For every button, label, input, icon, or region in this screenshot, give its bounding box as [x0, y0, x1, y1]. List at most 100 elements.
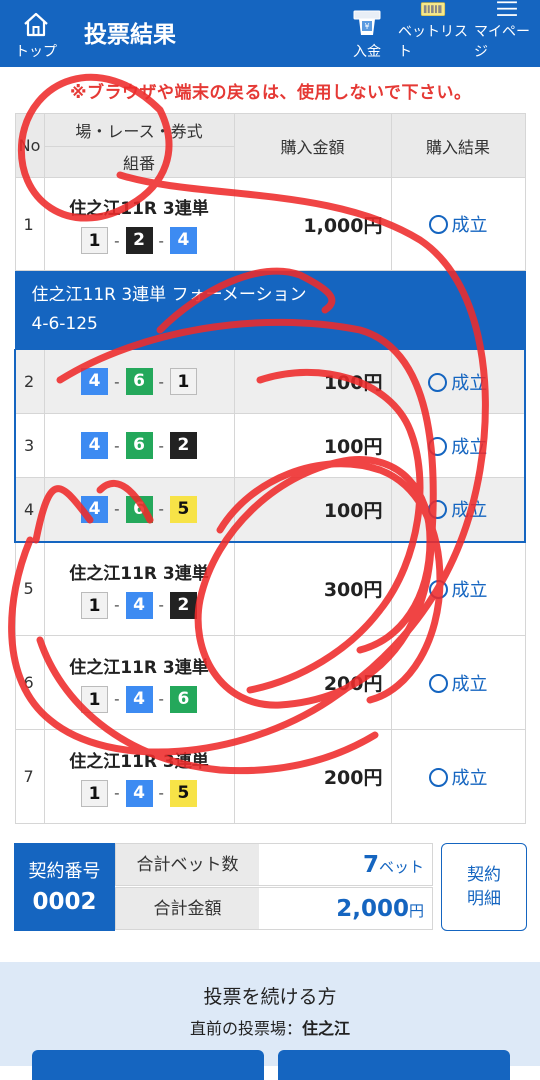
- table-row: 3 4- 6- 2 100円 成立: [14, 413, 526, 478]
- circle-icon: [428, 673, 448, 693]
- amount: 300円: [233, 541, 392, 636]
- continue-panel: 投票を続ける方 直前の投票場：住之江: [0, 962, 540, 1080]
- boat-number: 4: [125, 685, 153, 713]
- row-no: 4: [14, 477, 45, 543]
- amount: 100円: [233, 477, 392, 543]
- boat-number: 4: [81, 368, 109, 395]
- result-status: 成立: [390, 635, 526, 730]
- mypage-button[interactable]: マイページ: [474, 0, 540, 67]
- boat-number: 1: [81, 227, 109, 254]
- betlist-button[interactable]: ベットリスト: [398, 0, 468, 67]
- result-status: 成立: [390, 541, 526, 636]
- bet-cell: 住之江11R 3連単 1- 4- 2: [43, 541, 235, 636]
- combo: 1- 2- 4: [45, 227, 234, 254]
- amount: 100円: [233, 413, 392, 478]
- circle-icon: [428, 579, 448, 599]
- continue-right-button[interactable]: [278, 1050, 510, 1080]
- contract-number: 0002: [32, 889, 97, 915]
- deposit-label: 入金: [353, 44, 381, 60]
- circle-icon: [428, 500, 448, 520]
- formation-title-cell: 住之江11R 3連単 フォーメーション 4-6-125: [14, 270, 526, 350]
- betlist-label: ベットリスト: [398, 24, 468, 60]
- boat-number: 4: [169, 227, 197, 254]
- row-no: 5: [14, 541, 45, 636]
- result-label: 成立: [451, 673, 488, 695]
- previous-venue-value: 住之江: [302, 1019, 351, 1038]
- boat-number: 6: [169, 685, 197, 713]
- result-label: 成立: [451, 215, 488, 236]
- combo: 4- 6- 2: [45, 432, 234, 459]
- home-label: トップ: [15, 44, 57, 60]
- boat-number: 2: [169, 432, 197, 459]
- boat-number: 6: [125, 432, 153, 459]
- combo: 1- 4- 6: [45, 685, 234, 713]
- boat-number: 6: [125, 495, 153, 523]
- boat-number: 2: [169, 591, 197, 619]
- total-amount: 2,000: [336, 896, 409, 922]
- boat-number: 1: [169, 368, 197, 395]
- circle-icon: [428, 436, 448, 456]
- boat-number: 4: [125, 779, 153, 807]
- boat-number: 1: [81, 685, 109, 713]
- result-status: 成立: [390, 477, 526, 543]
- result-status: 成立: [390, 177, 526, 271]
- combo: 4- 6- 5: [45, 495, 234, 523]
- menu-icon: [497, 1, 517, 16]
- table-row: 4 4- 6- 5 100円 成立: [14, 477, 526, 543]
- header-place: 場・レース・券式: [43, 113, 235, 147]
- total-value: 2,000円: [336, 888, 424, 932]
- result-status: 成立: [390, 349, 526, 414]
- circle-icon: [428, 767, 448, 787]
- total-unit: 円: [408, 902, 424, 920]
- header-result: 購入結果: [390, 113, 526, 178]
- mypage-label: マイページ: [474, 24, 530, 60]
- amount: 100円: [233, 349, 392, 414]
- continue-title: 投票を続ける方: [203, 986, 337, 1008]
- results-table: No 場・レース・券式 購入金額 購入結果 組番 1 住之江11R 3連単 1-…: [14, 113, 526, 824]
- formation-combo: 4-6-125: [31, 314, 98, 334]
- result-label: 成立: [451, 436, 488, 458]
- row-no: 1: [14, 177, 45, 271]
- race-label: 住之江11R 3連単: [69, 657, 209, 678]
- boat-number: 4: [81, 495, 109, 523]
- boat-number: 6: [125, 368, 153, 395]
- boat-number: 5: [169, 495, 197, 523]
- amount: 200円: [233, 635, 392, 730]
- race-label: 住之江11R 3連単: [69, 751, 209, 772]
- contract-summary: 契約番号 0002 合計ベット数 7ベット 合計金額 2,000円 契約 明細: [14, 843, 527, 931]
- formation-header: 住之江11R 3連単 フォーメーション 4-6-125: [14, 270, 526, 350]
- header-combo: 組番: [43, 146, 235, 178]
- detail-line2: 明細: [467, 889, 501, 909]
- deposit-button[interactable]: ¥ 入金: [346, 0, 388, 67]
- total-amount-row: 合計金額 2,000円: [115, 887, 433, 930]
- row-no: 7: [14, 729, 45, 824]
- previous-venue: 直前の投票場：住之江: [0, 1015, 540, 1039]
- row-no: 6: [14, 635, 45, 730]
- contract-label: 契約番号: [28, 861, 101, 882]
- continue-left-button[interactable]: [32, 1050, 264, 1080]
- contract-detail-button[interactable]: 契約 明細: [441, 843, 527, 931]
- amount: 200円: [233, 729, 392, 824]
- combo: 1- 4- 2: [45, 591, 234, 619]
- bet-count-label: 合計ベット数: [116, 844, 259, 885]
- row-no: 3: [14, 413, 45, 478]
- app-header: トップ 投票結果 ¥ 入金 ベットリスト マイページ: [0, 0, 540, 67]
- bet-cell: 4- 6- 1: [43, 349, 235, 414]
- result-label: 成立: [451, 372, 488, 394]
- page-title: 投票結果: [84, 22, 176, 48]
- result-label: 成立: [451, 500, 488, 522]
- table-row: 1 住之江11R 3連単 1- 2- 4 1,000円 成立: [14, 177, 526, 271]
- result-label: 成立: [451, 767, 488, 789]
- result-status: 成立: [390, 413, 526, 478]
- race-label: 住之江11R 3連単: [69, 199, 209, 219]
- table-row: 5 住之江11R 3連単 1- 4- 2 300円 成立: [14, 541, 526, 636]
- bet-cell: 住之江11R 3連単 1- 4- 6: [43, 635, 235, 730]
- combo: 1- 4- 5: [45, 779, 234, 807]
- svg-text:¥: ¥: [364, 22, 369, 31]
- row-no: 2: [14, 349, 45, 414]
- home-button[interactable]: トップ: [10, 0, 62, 67]
- formation-title: 住之江11R 3連単 フォーメーション: [31, 285, 307, 305]
- home-icon: [24, 12, 48, 37]
- header-amount: 購入金額: [233, 113, 392, 178]
- boat-number: 4: [81, 432, 109, 459]
